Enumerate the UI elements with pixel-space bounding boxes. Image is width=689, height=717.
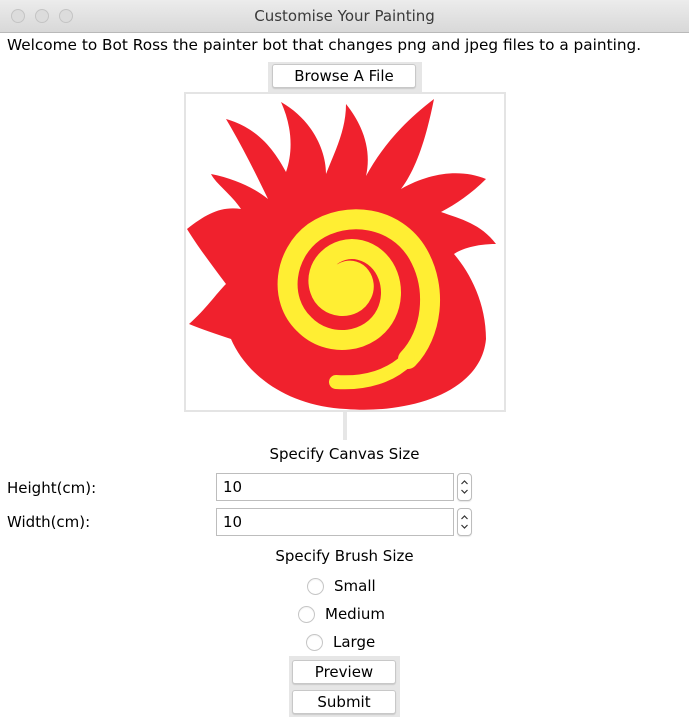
width-input[interactable]: 10 <box>216 508 454 536</box>
window-title: Customise Your Painting <box>254 7 435 25</box>
brush-option-label: Small <box>334 577 376 595</box>
radio-button[interactable] <box>307 577 324 595</box>
width-stepper[interactable] <box>457 508 472 536</box>
welcome-text: Welcome to Bot Ross the painter bot that… <box>7 36 642 54</box>
brush-option-label: Medium <box>325 605 385 623</box>
preview-button[interactable]: Preview <box>292 660 396 684</box>
height-label: Height(cm): <box>7 479 97 497</box>
brush-size-heading: Specify Brush Size <box>275 547 414 565</box>
stepper-arrows-icon <box>461 515 468 529</box>
stepper-arrows-icon <box>461 480 468 494</box>
radio-button[interactable] <box>298 605 315 623</box>
browse-file-button[interactable]: Browse A File <box>272 64 416 88</box>
image-divider <box>343 412 347 440</box>
title-bar: Customise Your Painting <box>0 0 689 33</box>
radio-button[interactable] <box>306 633 323 651</box>
app-window: Customise Your Painting Welcome to Bot R… <box>0 0 689 717</box>
height-stepper[interactable] <box>457 473 472 501</box>
brush-option-large[interactable]: Large <box>306 633 375 651</box>
width-label: Width(cm): <box>7 513 91 531</box>
brush-option-medium[interactable]: Medium <box>298 605 385 623</box>
brush-option-small[interactable]: Small <box>307 577 376 595</box>
brush-option-label: Large <box>333 633 376 651</box>
height-input[interactable]: 10 <box>216 473 454 501</box>
sun-spiral-image <box>187 99 496 410</box>
canvas-size-heading: Specify Canvas Size <box>269 445 420 463</box>
image-preview-frame <box>184 92 506 412</box>
submit-button[interactable]: Submit <box>292 690 396 714</box>
